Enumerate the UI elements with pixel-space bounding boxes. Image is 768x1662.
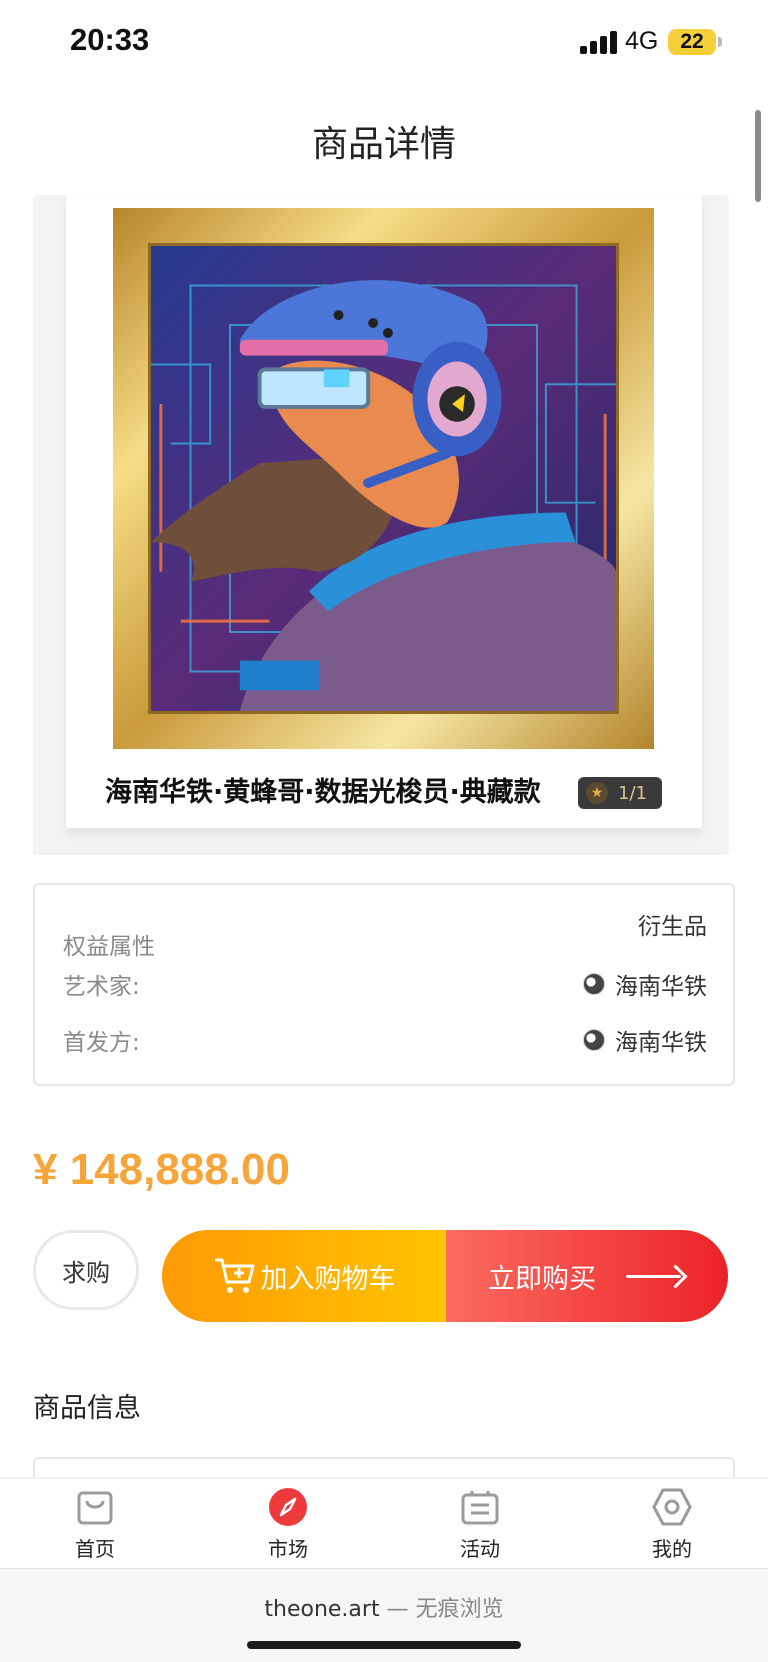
tab-home-label: 首页	[75, 1537, 115, 1561]
url-domain: theone.art	[264, 1597, 380, 1622]
cart-plus-icon	[214, 1258, 254, 1293]
page-title: 商品详情	[311, 124, 456, 165]
network-type: 4G	[625, 27, 659, 55]
product-info-panel	[33, 1457, 735, 1477]
shopping-bag-icon	[77, 1491, 113, 1525]
purchase-action-bar: 加入购物车 立即购买	[162, 1230, 728, 1322]
product-name: 海南华铁·黄蜂哥·数据光梭员·典藏款	[105, 777, 541, 808]
buy-now-button[interactable]: 立即购买	[446, 1230, 728, 1322]
artwork-frame	[113, 208, 654, 749]
bottom-tab-bar: 首页 市场 活动 我的	[0, 1478, 768, 1568]
buy-now-label: 立即购买	[488, 1263, 596, 1295]
edition-badge: ★ 1/1	[578, 777, 662, 809]
artist-label: 艺术家:	[63, 974, 140, 1000]
attr-row-artist[interactable]: 艺术家: 海南华铁	[63, 967, 707, 1001]
character-illustration	[151, 246, 616, 711]
tab-market-label: 市场	[268, 1537, 308, 1561]
rights-value: 衍生品	[638, 914, 707, 940]
tab-profile[interactable]: 我的	[622, 1487, 722, 1567]
attributes-panel: 权益属性 衍生品 艺术家: 海南华铁 首发方: 海南华铁	[33, 883, 735, 1086]
rights-label: 权益属性	[63, 934, 155, 960]
artist-name: 海南华铁	[615, 974, 707, 1000]
compass-icon	[269, 1488, 307, 1526]
browser-bar: theone.art — 无痕浏览	[0, 1568, 768, 1662]
publisher-label: 首发方:	[63, 1030, 140, 1056]
signal-icon	[580, 30, 618, 54]
status-time: 20:33	[70, 22, 150, 57]
publisher-name: 海南华铁	[615, 1030, 707, 1056]
attr-row-rights: 权益属性 衍生品	[63, 905, 707, 961]
battery-icon: 22	[668, 29, 716, 55]
publisher-value[interactable]: 海南华铁	[583, 1023, 707, 1057]
product-detail-page: 20:33 4G 22 商品详情 海南华铁·黄蜂哥·数据光梭员·典藏款 ★ 1/…	[0, 0, 768, 1662]
artist-logo-icon	[583, 973, 605, 995]
url-separator: —	[386, 1597, 416, 1622]
battery-tip	[718, 37, 722, 47]
artwork-image[interactable]	[148, 243, 619, 714]
tab-activity[interactable]: 活动	[430, 1487, 530, 1567]
add-to-cart-button[interactable]: 加入购物车	[162, 1230, 446, 1322]
star-icon: ★	[586, 782, 608, 804]
hexagon-profile-icon	[652, 1488, 692, 1526]
tab-activity-label: 活动	[460, 1537, 500, 1561]
status-bar: 20:33 4G 22	[0, 0, 768, 90]
add-to-cart-label: 加入购物车	[260, 1263, 396, 1295]
attr-row-publisher[interactable]: 首发方: 海南华铁	[63, 1023, 707, 1057]
publisher-logo-icon	[583, 1029, 605, 1051]
want-to-buy-button[interactable]: 求购	[33, 1230, 139, 1310]
ticket-icon	[461, 1491, 499, 1525]
home-indicator[interactable]	[247, 1641, 521, 1649]
tab-profile-label: 我的	[652, 1537, 692, 1561]
private-mode-label: 无痕浏览	[415, 1597, 504, 1622]
tab-market[interactable]: 市场	[238, 1487, 338, 1567]
price: ¥ 148,888.00	[33, 1145, 290, 1194]
artist-value[interactable]: 海南华铁	[583, 967, 707, 1001]
address-bar[interactable]: theone.art — 无痕浏览	[0, 1591, 768, 1623]
section-title-product-info: 商品信息	[33, 1393, 141, 1424]
edition-count: 1/1	[618, 782, 647, 804]
tab-home[interactable]: 首页	[45, 1487, 145, 1567]
arrow-right-icon	[626, 1266, 686, 1286]
scrollbar[interactable]	[755, 110, 761, 202]
